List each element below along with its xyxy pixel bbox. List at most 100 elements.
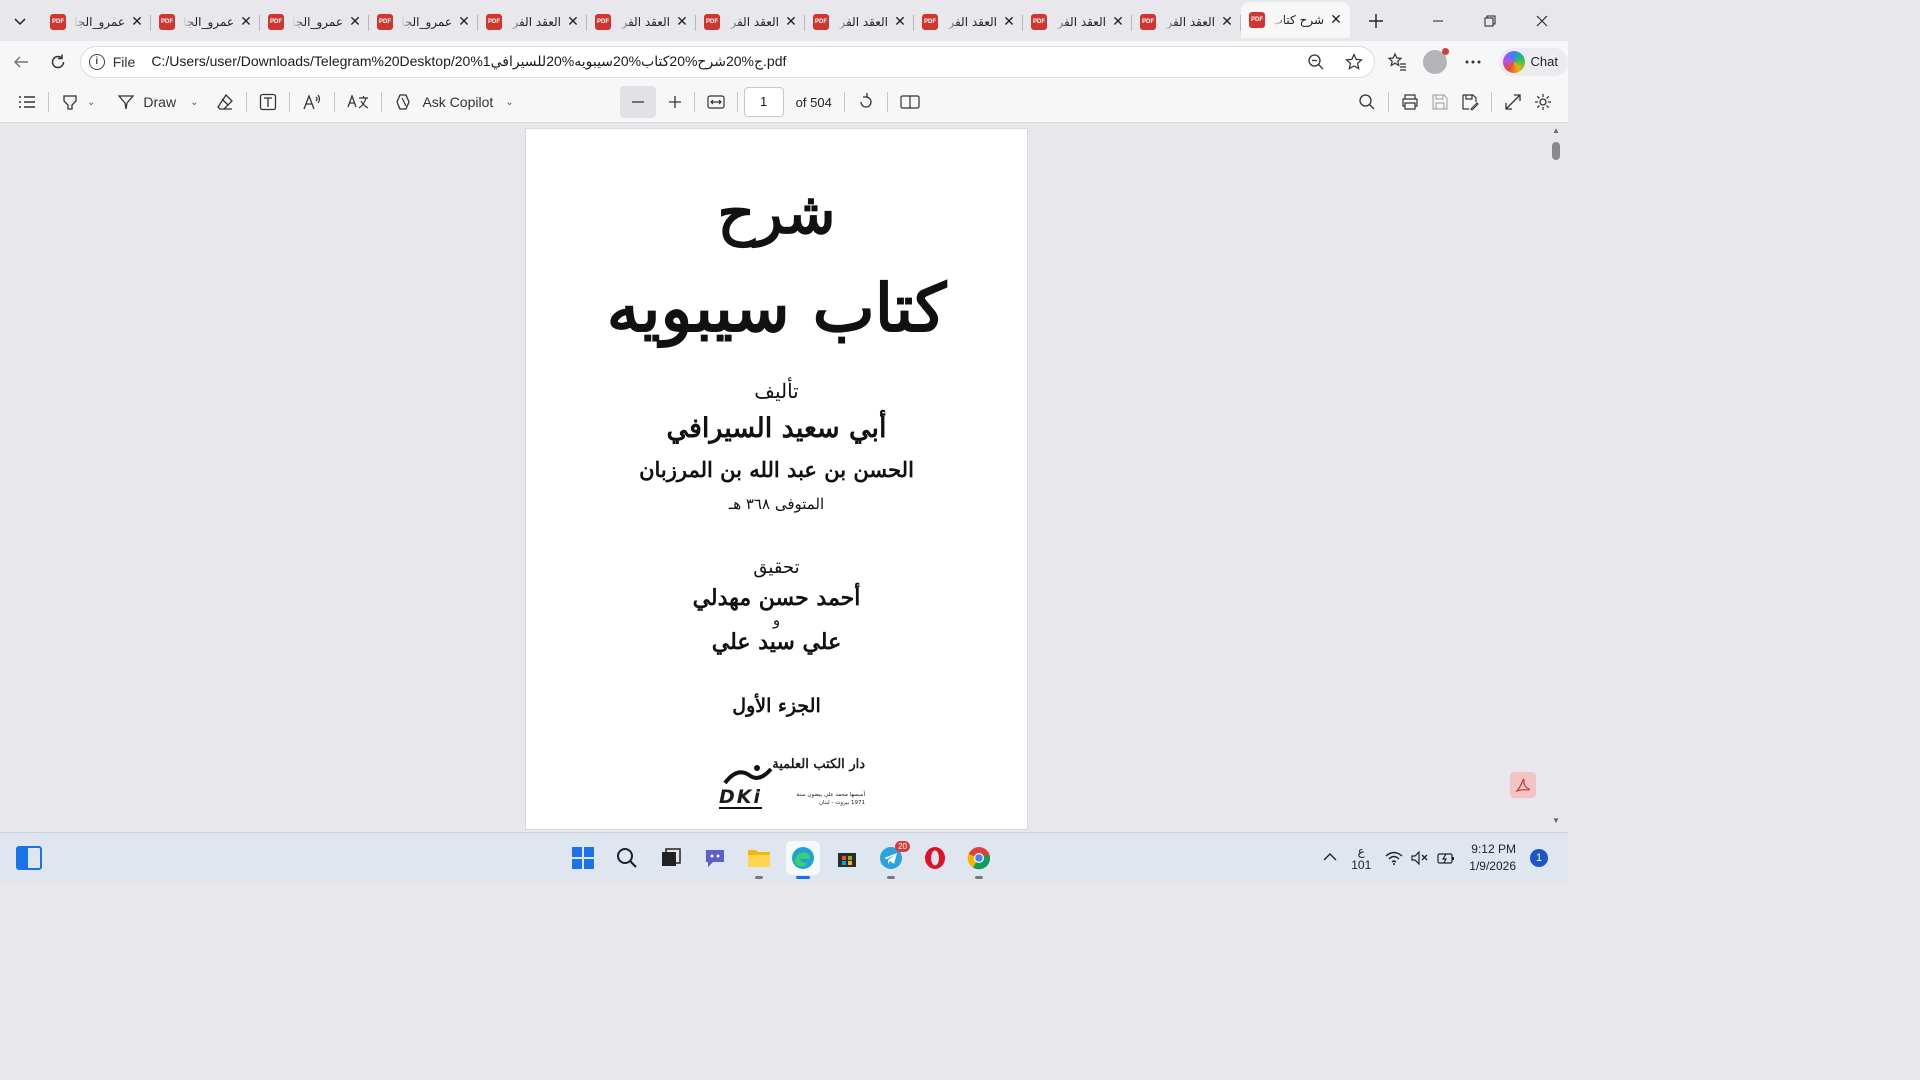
tab-list: PDF عمرو_الجا ✕ PDF عمرو_الجا ✕ PDF عمرو_الجا ✕ P… — [42, 1, 1350, 38]
tab[interactable]: PDF العقد الفر ✕ — [805, 6, 914, 38]
chevron-down-icon[interactable]: ⌄ — [190, 97, 198, 108]
printer-icon — [1402, 94, 1418, 110]
tab-actions-button[interactable] — [6, 7, 34, 35]
tab-close-icon[interactable]: ✕ — [456, 13, 472, 30]
copilot-outline-icon — [396, 94, 411, 110]
url-text[interactable]: C:/Users/user/Downloads/Telegram%20Deskt… — [151, 53, 786, 70]
contents-button[interactable] — [12, 86, 42, 118]
back-button[interactable] — [5, 46, 37, 78]
scroll-up-arrow-icon[interactable]: ▲ — [1550, 126, 1562, 136]
chrome-icon — [967, 847, 991, 870]
copilot-icon — [1502, 50, 1525, 73]
add-text-button[interactable] — [253, 86, 283, 118]
draw-button[interactable]: Draw ⌄ — [111, 86, 204, 118]
tab-title: العقد الفر — [839, 14, 888, 29]
page-number-input[interactable]: 1 — [743, 87, 784, 117]
tab[interactable]: PDF العقد الفر ✕ — [478, 6, 587, 38]
favorites-list-icon — [1387, 52, 1406, 71]
find-button[interactable] — [1352, 86, 1382, 118]
tab-close-icon[interactable]: ✕ — [1001, 13, 1017, 30]
chrome-button[interactable] — [962, 841, 996, 879]
task-view-button[interactable] — [654, 841, 688, 875]
read-aloud-button[interactable] — [296, 86, 328, 118]
file-explorer-button[interactable] — [742, 841, 776, 879]
rotate-button[interactable] — [851, 86, 881, 118]
arrow-left-icon — [13, 55, 28, 68]
tab[interactable]: PDF العقد الفر ✕ — [1132, 6, 1241, 38]
scroll-down-arrow-icon[interactable]: ▼ — [1550, 816, 1562, 826]
tab[interactable]: PDF العقد الفر ✕ — [696, 6, 805, 38]
tab[interactable]: PDF العقد الفر ✕ — [914, 6, 1023, 38]
tab-close-icon[interactable]: ✕ — [1328, 11, 1344, 28]
refresh-button[interactable] — [42, 46, 74, 78]
quick-settings-button[interactable] — [1385, 851, 1455, 865]
favorites-button[interactable] — [1385, 50, 1409, 74]
tab-close-icon[interactable]: ✕ — [238, 13, 254, 30]
pdf-file-icon: PDF — [159, 13, 175, 30]
store-button[interactable] — [830, 841, 864, 875]
fit-to-width-button[interactable] — [701, 86, 731, 118]
full-screen-button[interactable] — [1498, 86, 1528, 118]
erase-button[interactable] — [210, 86, 240, 118]
tab-close-icon[interactable]: ✕ — [1110, 13, 1126, 30]
vertical-scrollbar[interactable]: ▲ ▼ — [1550, 124, 1562, 830]
zoom-indicator-button[interactable] — [1304, 50, 1328, 74]
show-hidden-icons-button[interactable] — [1323, 851, 1337, 865]
settings-more-button[interactable] — [1461, 50, 1485, 74]
widgets-icon[interactable] — [16, 846, 42, 870]
scroll-thumb[interactable] — [1552, 142, 1560, 160]
save-button[interactable] — [1425, 86, 1455, 118]
tab[interactable]: PDF عمرو_الجا ✕ — [151, 6, 260, 38]
tab-active[interactable]: PDF شرح كتاب ✕ — [1241, 1, 1350, 38]
print-button[interactable] — [1395, 86, 1425, 118]
translate-button[interactable] — [341, 86, 375, 118]
page-total-label: of 504 — [795, 94, 832, 110]
acrobat-icon[interactable] — [1510, 772, 1536, 798]
copilot-chat-button[interactable]: Chat — [1498, 47, 1569, 76]
opera-button[interactable] — [918, 841, 952, 875]
zoom-in-button[interactable] — [662, 86, 688, 118]
address-bar[interactable]: i File C:/Users/user/Downloads/Telegram%… — [79, 45, 1375, 78]
tab[interactable]: PDF عمرو_الجا ✕ — [369, 6, 478, 38]
tab-close-icon[interactable]: ✕ — [783, 13, 799, 30]
search-button[interactable] — [610, 841, 644, 875]
tab-close-icon[interactable]: ✕ — [129, 13, 145, 30]
teams-button[interactable] — [698, 841, 732, 875]
input-language-indicator[interactable]: ع 101 — [1351, 844, 1371, 872]
translate-icon — [347, 94, 369, 109]
chevron-down-icon[interactable]: ⌄ — [87, 97, 95, 108]
restore-button[interactable] — [1464, 0, 1516, 41]
new-tab-button[interactable] — [1362, 7, 1390, 35]
tab-close-icon[interactable]: ✕ — [1219, 13, 1235, 30]
site-info-icon[interactable]: i — [88, 53, 105, 70]
start-button[interactable] — [566, 841, 600, 875]
tab[interactable]: PDF العقد الفر ✕ — [1023, 6, 1132, 38]
clock[interactable]: 9:12 PM 1/9/2026 — [1469, 841, 1516, 875]
close-window-button[interactable] — [1516, 0, 1568, 41]
tab-close-icon[interactable]: ✕ — [892, 13, 908, 30]
ask-copilot-button[interactable]: Ask Copilot ⌄ — [388, 86, 519, 118]
save-as-button[interactable] — [1455, 86, 1485, 118]
tab-title: عمرو_الجا — [401, 14, 452, 29]
restore-icon — [1484, 15, 1496, 26]
highlight-button[interactable]: ⌄ — [55, 86, 101, 118]
notification-badge[interactable]: 1 — [1530, 849, 1548, 867]
minimize-button[interactable] — [1412, 0, 1464, 41]
edge-button[interactable] — [786, 841, 820, 879]
tab[interactable]: PDF عمرو_الجا ✕ — [42, 6, 151, 38]
tab[interactable]: PDF العقد الفر ✕ — [587, 6, 696, 38]
page-view-button[interactable] — [894, 86, 926, 118]
profile-avatar[interactable] — [1422, 47, 1449, 74]
tab-close-icon[interactable]: ✕ — [347, 13, 363, 30]
telegram-button[interactable]: 20 — [874, 841, 910, 879]
zoom-out-button[interactable] — [619, 86, 656, 118]
tab[interactable]: PDF عمرو_الجا ✕ — [260, 6, 369, 38]
favorite-button[interactable] — [1342, 50, 1366, 74]
pdf-viewer[interactable]: شرح كتاب سيبويه تأليف أبي سعيد السيرافي … — [0, 124, 1568, 830]
clock-date: 1/9/2026 — [1469, 859, 1516, 873]
chevron-down-icon[interactable]: ⌄ — [505, 97, 513, 108]
tab-close-icon[interactable]: ✕ — [565, 13, 581, 30]
pdf-settings-button[interactable] — [1528, 86, 1558, 118]
tab-close-icon[interactable]: ✕ — [674, 13, 690, 30]
store-icon — [838, 853, 856, 867]
